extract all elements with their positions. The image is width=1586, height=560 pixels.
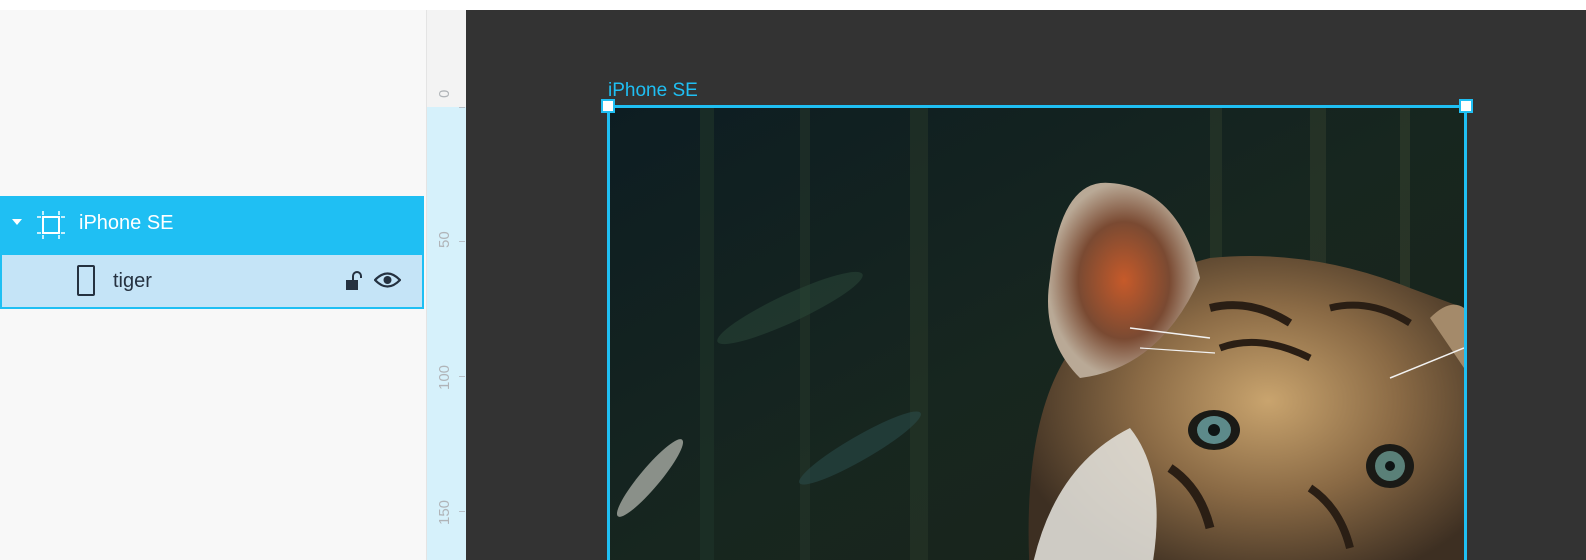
ruler-selection-highlight [427, 107, 467, 560]
vertical-ruler: 0 50 100 150 [426, 10, 467, 560]
layer-row-tiger[interactable]: tiger [0, 253, 424, 309]
layer-row-artboard[interactable]: iPhone SE [0, 196, 424, 253]
phone-icon [77, 265, 95, 296]
ruler-label-50: 50 [436, 231, 453, 248]
artboard-icon [37, 211, 65, 239]
ruler-tick [459, 376, 465, 377]
ruler-label-150: 150 [436, 499, 453, 525]
app: iPhone SE tiger 0 50 100 150 iPhone SE [0, 0, 1586, 560]
ruler-label-0: 0 [436, 89, 453, 98]
ruler-label-100: 100 [436, 364, 453, 390]
artboard-layer-label: iPhone SE [79, 212, 174, 234]
ruler-tick [459, 241, 465, 242]
tiger-layer-label: tiger [113, 270, 152, 292]
ruler-tick [459, 511, 465, 512]
artboard-iphone-se[interactable] [607, 105, 1467, 560]
ruler-tick [459, 107, 465, 108]
top-bar [0, 0, 1586, 10]
tiger-image[interactable] [610, 108, 1464, 560]
unlock-icon[interactable] [345, 271, 363, 291]
design-canvas[interactable]: iPhone SE [466, 10, 1586, 560]
artboard-title[interactable]: iPhone SE [608, 80, 698, 102]
eye-icon[interactable] [374, 271, 401, 289]
caret-down-icon[interactable] [12, 219, 22, 225]
resize-handle-top-right[interactable] [1459, 99, 1473, 113]
resize-handle-top-left[interactable] [601, 99, 615, 113]
layers-panel: iPhone SE tiger [0, 10, 426, 560]
